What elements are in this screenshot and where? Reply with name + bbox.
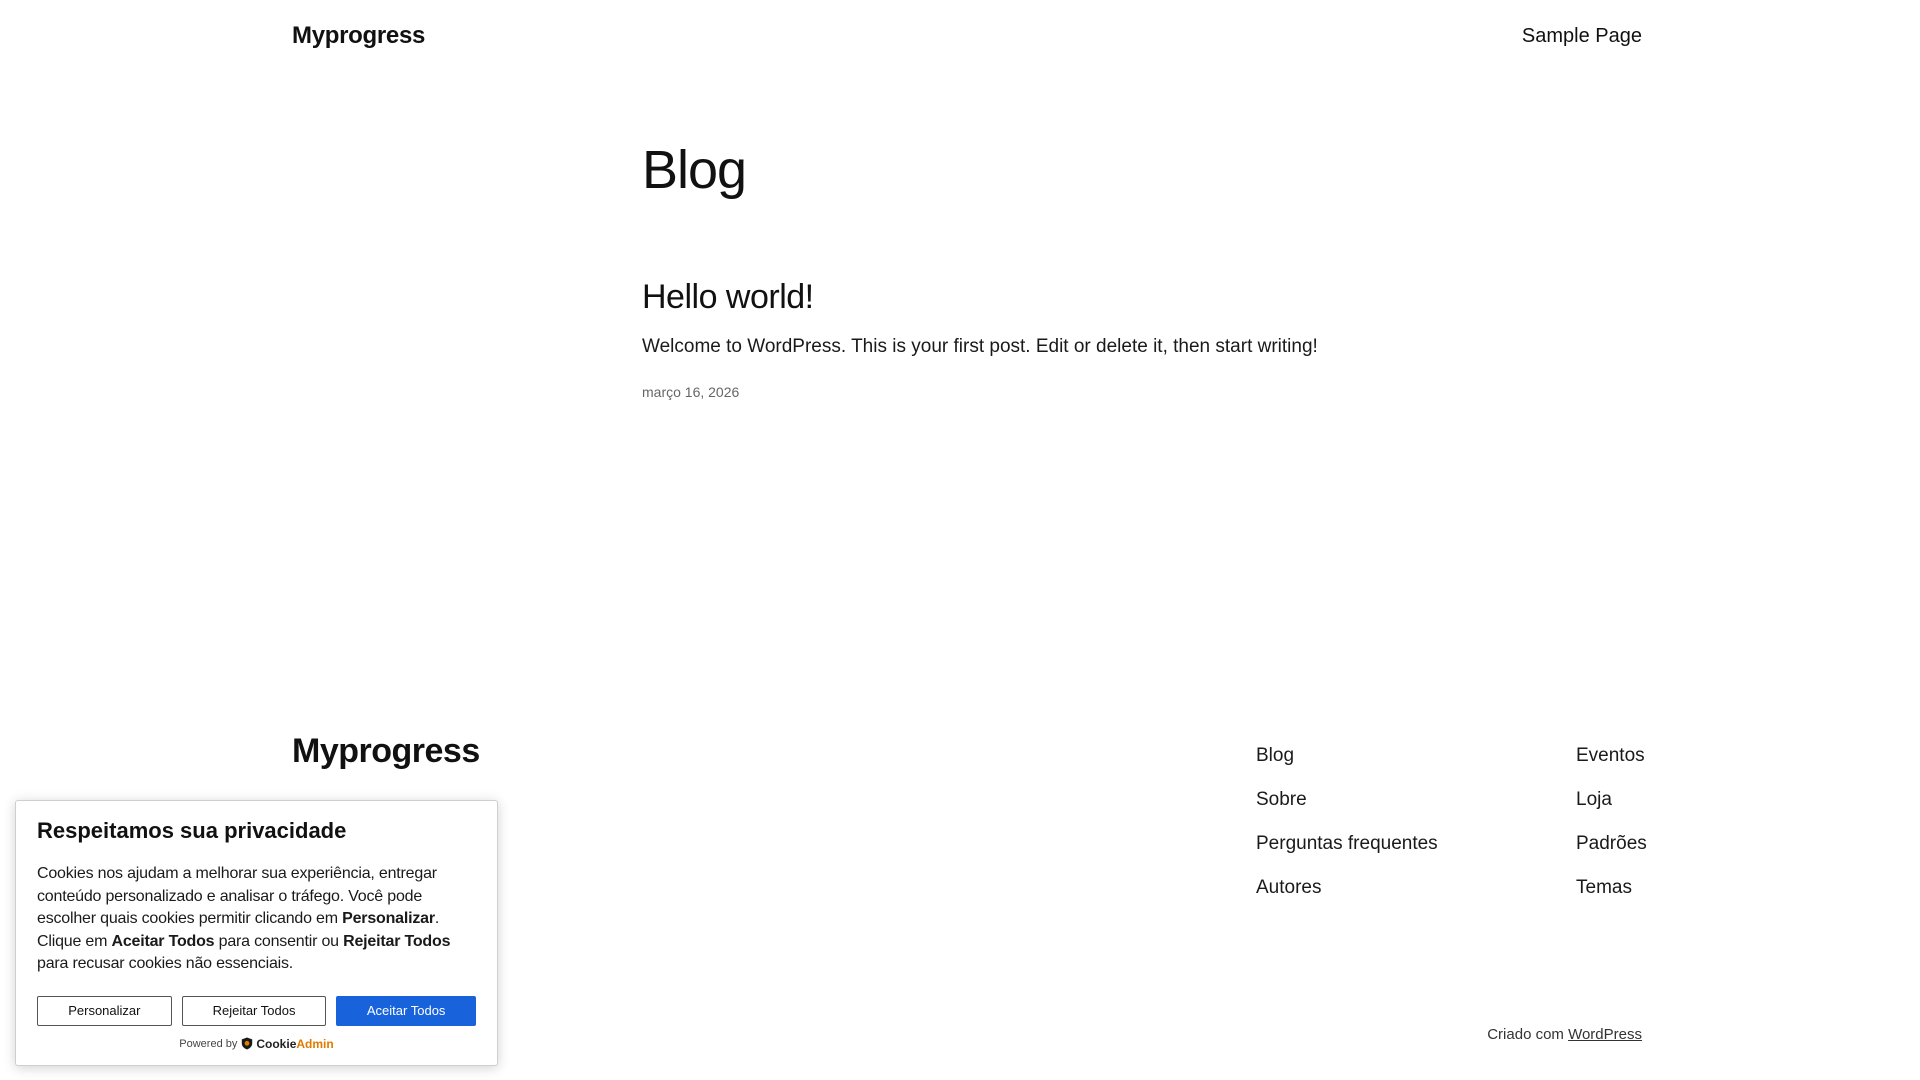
footer-link-blog[interactable]: Blog — [1256, 734, 1438, 778]
footer-link-temas[interactable]: Temas — [1576, 866, 1647, 910]
footer-site-title-link[interactable]: Myprogress — [292, 732, 480, 771]
cookie-consent-banner: Respeitamos sua privacidade Cookies nos … — [15, 800, 498, 1066]
credits-prefix: Criado com — [1487, 1026, 1569, 1043]
footer-credits: Criado com WordPress — [1487, 1026, 1642, 1043]
cookie-text-part: para consentir ou — [214, 932, 344, 950]
post-excerpt: Welcome to WordPress. This is your first… — [642, 336, 1318, 357]
site-header: Myprogress Sample Page — [292, 0, 1642, 72]
footer-link-autores[interactable]: Autores — [1256, 866, 1438, 910]
post-title: Hello world! — [642, 274, 1342, 320]
cookie-text-bold-personalizar: Personalizar — [342, 910, 435, 927]
cookie-text-part: para recusar cookies não essenciais. — [37, 955, 294, 972]
reject-all-button[interactable]: Rejeitar Todos — [181, 995, 327, 1026]
footer-nav-column-2: Eventos Loja Padrões Temas — [1576, 734, 1647, 910]
cookieadmin-brand: CookieAdmin — [256, 1037, 333, 1051]
cookie-text-bold-aceitar: Aceitar Todos — [111, 932, 215, 950]
customize-button[interactable]: Personalizar — [37, 995, 172, 1026]
post-date-link[interactable]: março 16, 2026 — [642, 384, 739, 400]
footer-link-eventos[interactable]: Eventos — [1576, 734, 1647, 778]
footer-link-padroes[interactable]: Padrões — [1576, 822, 1647, 866]
main-navigation: Sample Page — [1522, 25, 1642, 48]
cookieadmin-logo[interactable]: CookieAdmin — [241, 1037, 334, 1051]
footer-link-loja[interactable]: Loja — [1576, 778, 1647, 822]
cookie-banner-title: Respeitamos sua privacidade — [37, 818, 347, 843]
cookie-buttons: Personalizar Rejeitar Todos Aceitar Todo… — [37, 995, 476, 1026]
site-title-link[interactable]: Myprogress — [292, 22, 425, 50]
powered-by-label: Powered by — [179, 1037, 238, 1050]
accept-all-button[interactable]: Aceitar Todos — [336, 995, 476, 1026]
nav-link-sample-page[interactable]: Sample Page — [1522, 25, 1642, 47]
post-item: Hello world! Welcome to WordPress. This … — [642, 274, 1342, 400]
main-content: Blog Hello world! Welcome to WordPress. … — [642, 130, 1342, 400]
page-title: Blog — [642, 140, 747, 200]
cookie-banner-text: Cookies nos ajudam a melhorar sua experi… — [37, 863, 476, 976]
footer-link-perguntas-frequentes[interactable]: Perguntas frequentes — [1256, 822, 1438, 866]
post-date: março 16, 2026 — [642, 384, 1342, 400]
post-title-link[interactable]: Hello world! — [642, 278, 814, 316]
brand-part-admin: Admin — [296, 1036, 334, 1051]
shield-icon — [242, 1037, 253, 1050]
cookie-text-bold-rejeitar: Rejeitar Todos — [343, 932, 451, 950]
brand-part-cookie: Cookie — [256, 1036, 297, 1051]
wordpress-link[interactable]: WordPress — [1568, 1026, 1642, 1043]
footer-nav-column-1: Blog Sobre Perguntas frequentes Autores — [1256, 734, 1438, 910]
powered-by: Powered by CookieAdmin — [37, 1037, 476, 1051]
footer-link-sobre[interactable]: Sobre — [1256, 778, 1438, 822]
